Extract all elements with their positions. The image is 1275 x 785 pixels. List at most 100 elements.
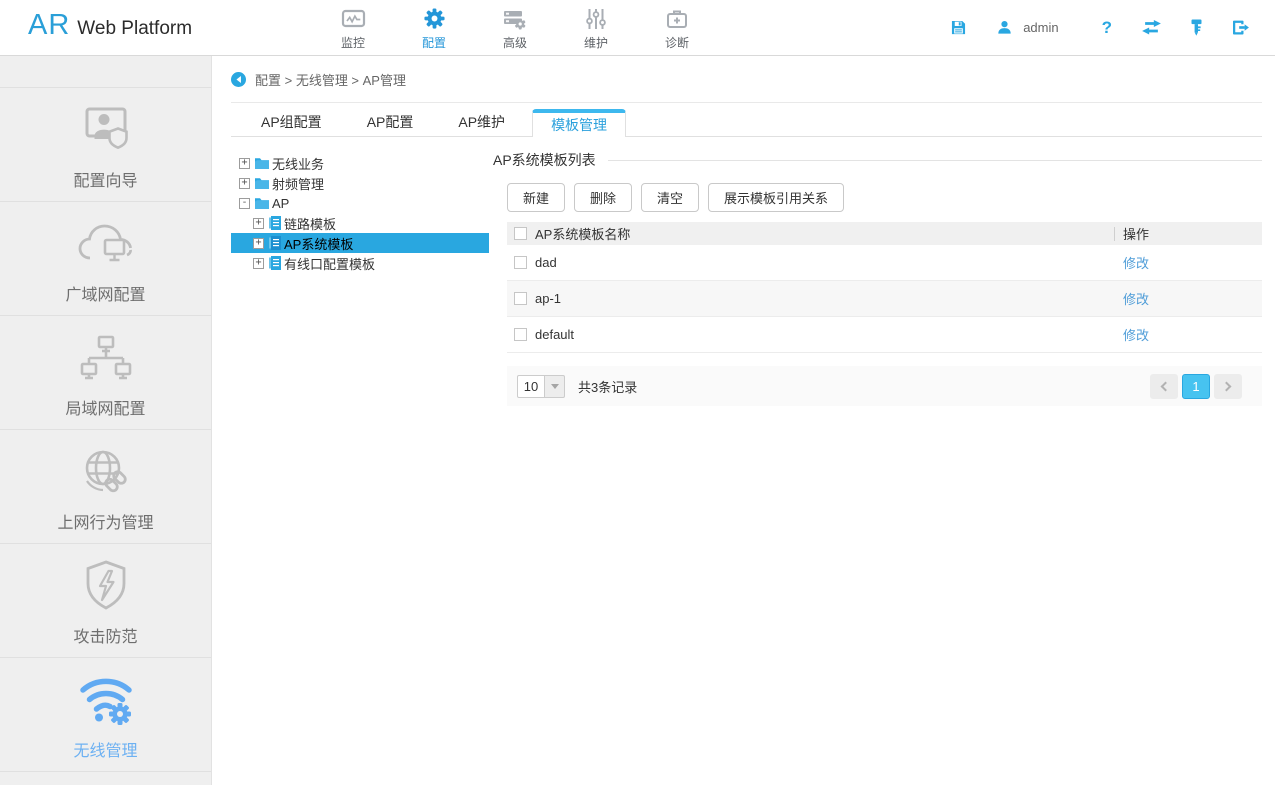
template-doc-icon (269, 216, 281, 230)
wizard-icon (78, 99, 134, 161)
sidebar-label-attack: 攻击防范 (73, 623, 137, 647)
sidebar: 配置向导 广域网配置 局域网配置 上网行为管理 攻击防范 无线管理 (0, 56, 212, 785)
chevron-right-icon (1222, 381, 1232, 391)
modify-link[interactable]: 修改 (1123, 289, 1149, 308)
table-header: AP系统模板名称 操作 (507, 222, 1262, 245)
sidebar-label-lan: 局域网配置 (65, 395, 145, 419)
nav-item-monitor[interactable]: 监控 (322, 5, 384, 51)
table-row: dad 修改 (507, 245, 1262, 281)
user-icon[interactable] (997, 20, 1012, 35)
sidebar-item-wan[interactable]: 广域网配置 (0, 202, 211, 316)
template-table: AP系统模板名称 操作 dad 修改 ap-1 修改 default 修改 (507, 222, 1262, 353)
sidebar-label-wizard: 配置向导 (73, 167, 137, 191)
app-header: AR Web Platform 监控 配置 高级 维护 (0, 0, 1275, 56)
sidebar-item-wizard[interactable]: 配置向导 (0, 88, 211, 202)
name-column-header: AP系统模板名称 (535, 224, 1114, 243)
expand-icon[interactable]: + (239, 178, 250, 189)
expand-icon[interactable]: + (239, 158, 250, 169)
tree-node-ap-system-template[interactable]: + AP系统模板 (231, 233, 489, 253)
gear-icon (423, 5, 446, 32)
tab-ap-maintain[interactable]: AP维护 (440, 109, 523, 136)
nav-item-advanced[interactable]: 高级 (484, 5, 546, 51)
folder-icon (255, 177, 269, 189)
sidebar-item-behavior[interactable]: 上网行为管理 (0, 430, 211, 544)
prev-page-button[interactable] (1150, 374, 1178, 399)
app-logo: AR Web Platform (28, 9, 192, 42)
tree-node-rf-manage[interactable]: + 射频管理 (231, 173, 489, 193)
page-size-dropdown-button[interactable] (545, 375, 565, 398)
breadcrumb: 配置 > 无线管理 > AP管理 (231, 56, 1262, 103)
network-topology-icon (78, 327, 134, 389)
tree-node-link-template[interactable]: + 链路模板 (231, 213, 489, 233)
first-aid-icon (665, 5, 689, 32)
key-icon[interactable] (1191, 19, 1202, 36)
template-list-panel: AP系统模板列表 新建 删除 清空 展示模板引用关系 AP系统模板名称 操作 d… (493, 150, 1262, 406)
row-checkbox[interactable] (514, 292, 527, 305)
template-doc-icon (269, 256, 281, 270)
row-checkbox[interactable] (514, 256, 527, 269)
column-separator (1114, 227, 1115, 241)
nav-label-config: 配置 (422, 34, 446, 51)
main-area: 配置 > 无线管理 > AP管理 AP组配置 AP配置 AP维护 模板管理 + … (213, 56, 1275, 785)
logo-brand: AR (28, 9, 70, 42)
switch-language-icon[interactable] (1142, 20, 1161, 35)
shield-bolt-icon (80, 555, 132, 617)
header-right: admin ? (951, 0, 1249, 55)
expand-icon[interactable]: + (253, 238, 264, 249)
logout-icon[interactable] (1232, 20, 1249, 35)
folder-icon (255, 157, 269, 169)
modify-link[interactable]: 修改 (1123, 253, 1149, 272)
sidebar-item-attack[interactable]: 攻击防范 (0, 544, 211, 658)
tab-ap-group-config[interactable]: AP组配置 (243, 109, 340, 136)
tabbar: AP组配置 AP配置 AP维护 模板管理 (231, 103, 1262, 137)
page-size-select[interactable]: 10 (517, 375, 565, 398)
nav-label-monitor: 监控 (341, 34, 365, 51)
collapse-icon[interactable]: - (239, 198, 250, 209)
monitor-icon (341, 5, 366, 32)
tab-template-manage[interactable]: 模板管理 (532, 109, 626, 137)
sidebar-item-lan[interactable]: 局域网配置 (0, 316, 211, 430)
panel-title: AP系统模板列表 (493, 150, 596, 170)
table-row: ap-1 修改 (507, 281, 1262, 317)
pagination: 10 共3条记录 1 (507, 366, 1262, 406)
title-rule (608, 160, 1262, 161)
sidebar-item-wireless[interactable]: 无线管理 (0, 658, 211, 772)
pager: 1 (1146, 374, 1242, 399)
expand-icon[interactable]: + (253, 258, 264, 269)
chevron-left-icon (1161, 381, 1171, 391)
sidebar-label-wan: 广域网配置 (65, 281, 145, 305)
clear-button[interactable]: 清空 (641, 183, 699, 212)
breadcrumb-text: 配置 > 无线管理 > AP管理 (255, 70, 406, 89)
nav-item-config[interactable]: 配置 (403, 5, 465, 51)
cloud-monitor-icon (77, 213, 135, 275)
expand-icon[interactable]: + (253, 218, 264, 229)
tab-ap-config[interactable]: AP配置 (349, 109, 432, 136)
nav-label-advanced: 高级 (503, 34, 527, 51)
breadcrumb-back-icon[interactable] (231, 72, 246, 87)
logo-product: Web Platform (77, 18, 192, 40)
create-button[interactable]: 新建 (507, 183, 565, 212)
template-tree: + 无线业务 + 射频管理 - AP + (231, 150, 493, 406)
tree-node-ap[interactable]: - AP (231, 193, 489, 213)
username[interactable]: admin (1023, 20, 1058, 35)
modify-link[interactable]: 修改 (1123, 325, 1149, 344)
row-checkbox[interactable] (514, 328, 527, 341)
delete-button[interactable]: 删除 (574, 183, 632, 212)
content: + 无线业务 + 射频管理 - AP + (231, 150, 1262, 406)
show-reference-button[interactable]: 展示模板引用关系 (708, 183, 844, 212)
select-all-checkbox[interactable] (514, 227, 527, 240)
next-page-button[interactable] (1214, 374, 1242, 399)
nav-item-diagnose[interactable]: 诊断 (646, 5, 708, 51)
help-icon[interactable]: ? (1102, 18, 1112, 38)
tree-node-wireless-service[interactable]: + 无线业务 (231, 153, 489, 173)
sidebar-label-behavior: 上网行为管理 (57, 509, 153, 533)
table-row: default 修改 (507, 317, 1262, 353)
chevron-down-icon (551, 384, 559, 389)
template-doc-icon (269, 236, 281, 250)
nav-item-maintain[interactable]: 维护 (565, 5, 627, 51)
page-size-value[interactable]: 10 (517, 375, 545, 398)
current-page-button[interactable]: 1 (1182, 374, 1210, 399)
save-icon[interactable] (951, 20, 966, 35)
tree-node-wired-port-template[interactable]: + 有线口配置模板 (231, 253, 489, 273)
sidebar-label-wireless: 无线管理 (73, 737, 137, 761)
